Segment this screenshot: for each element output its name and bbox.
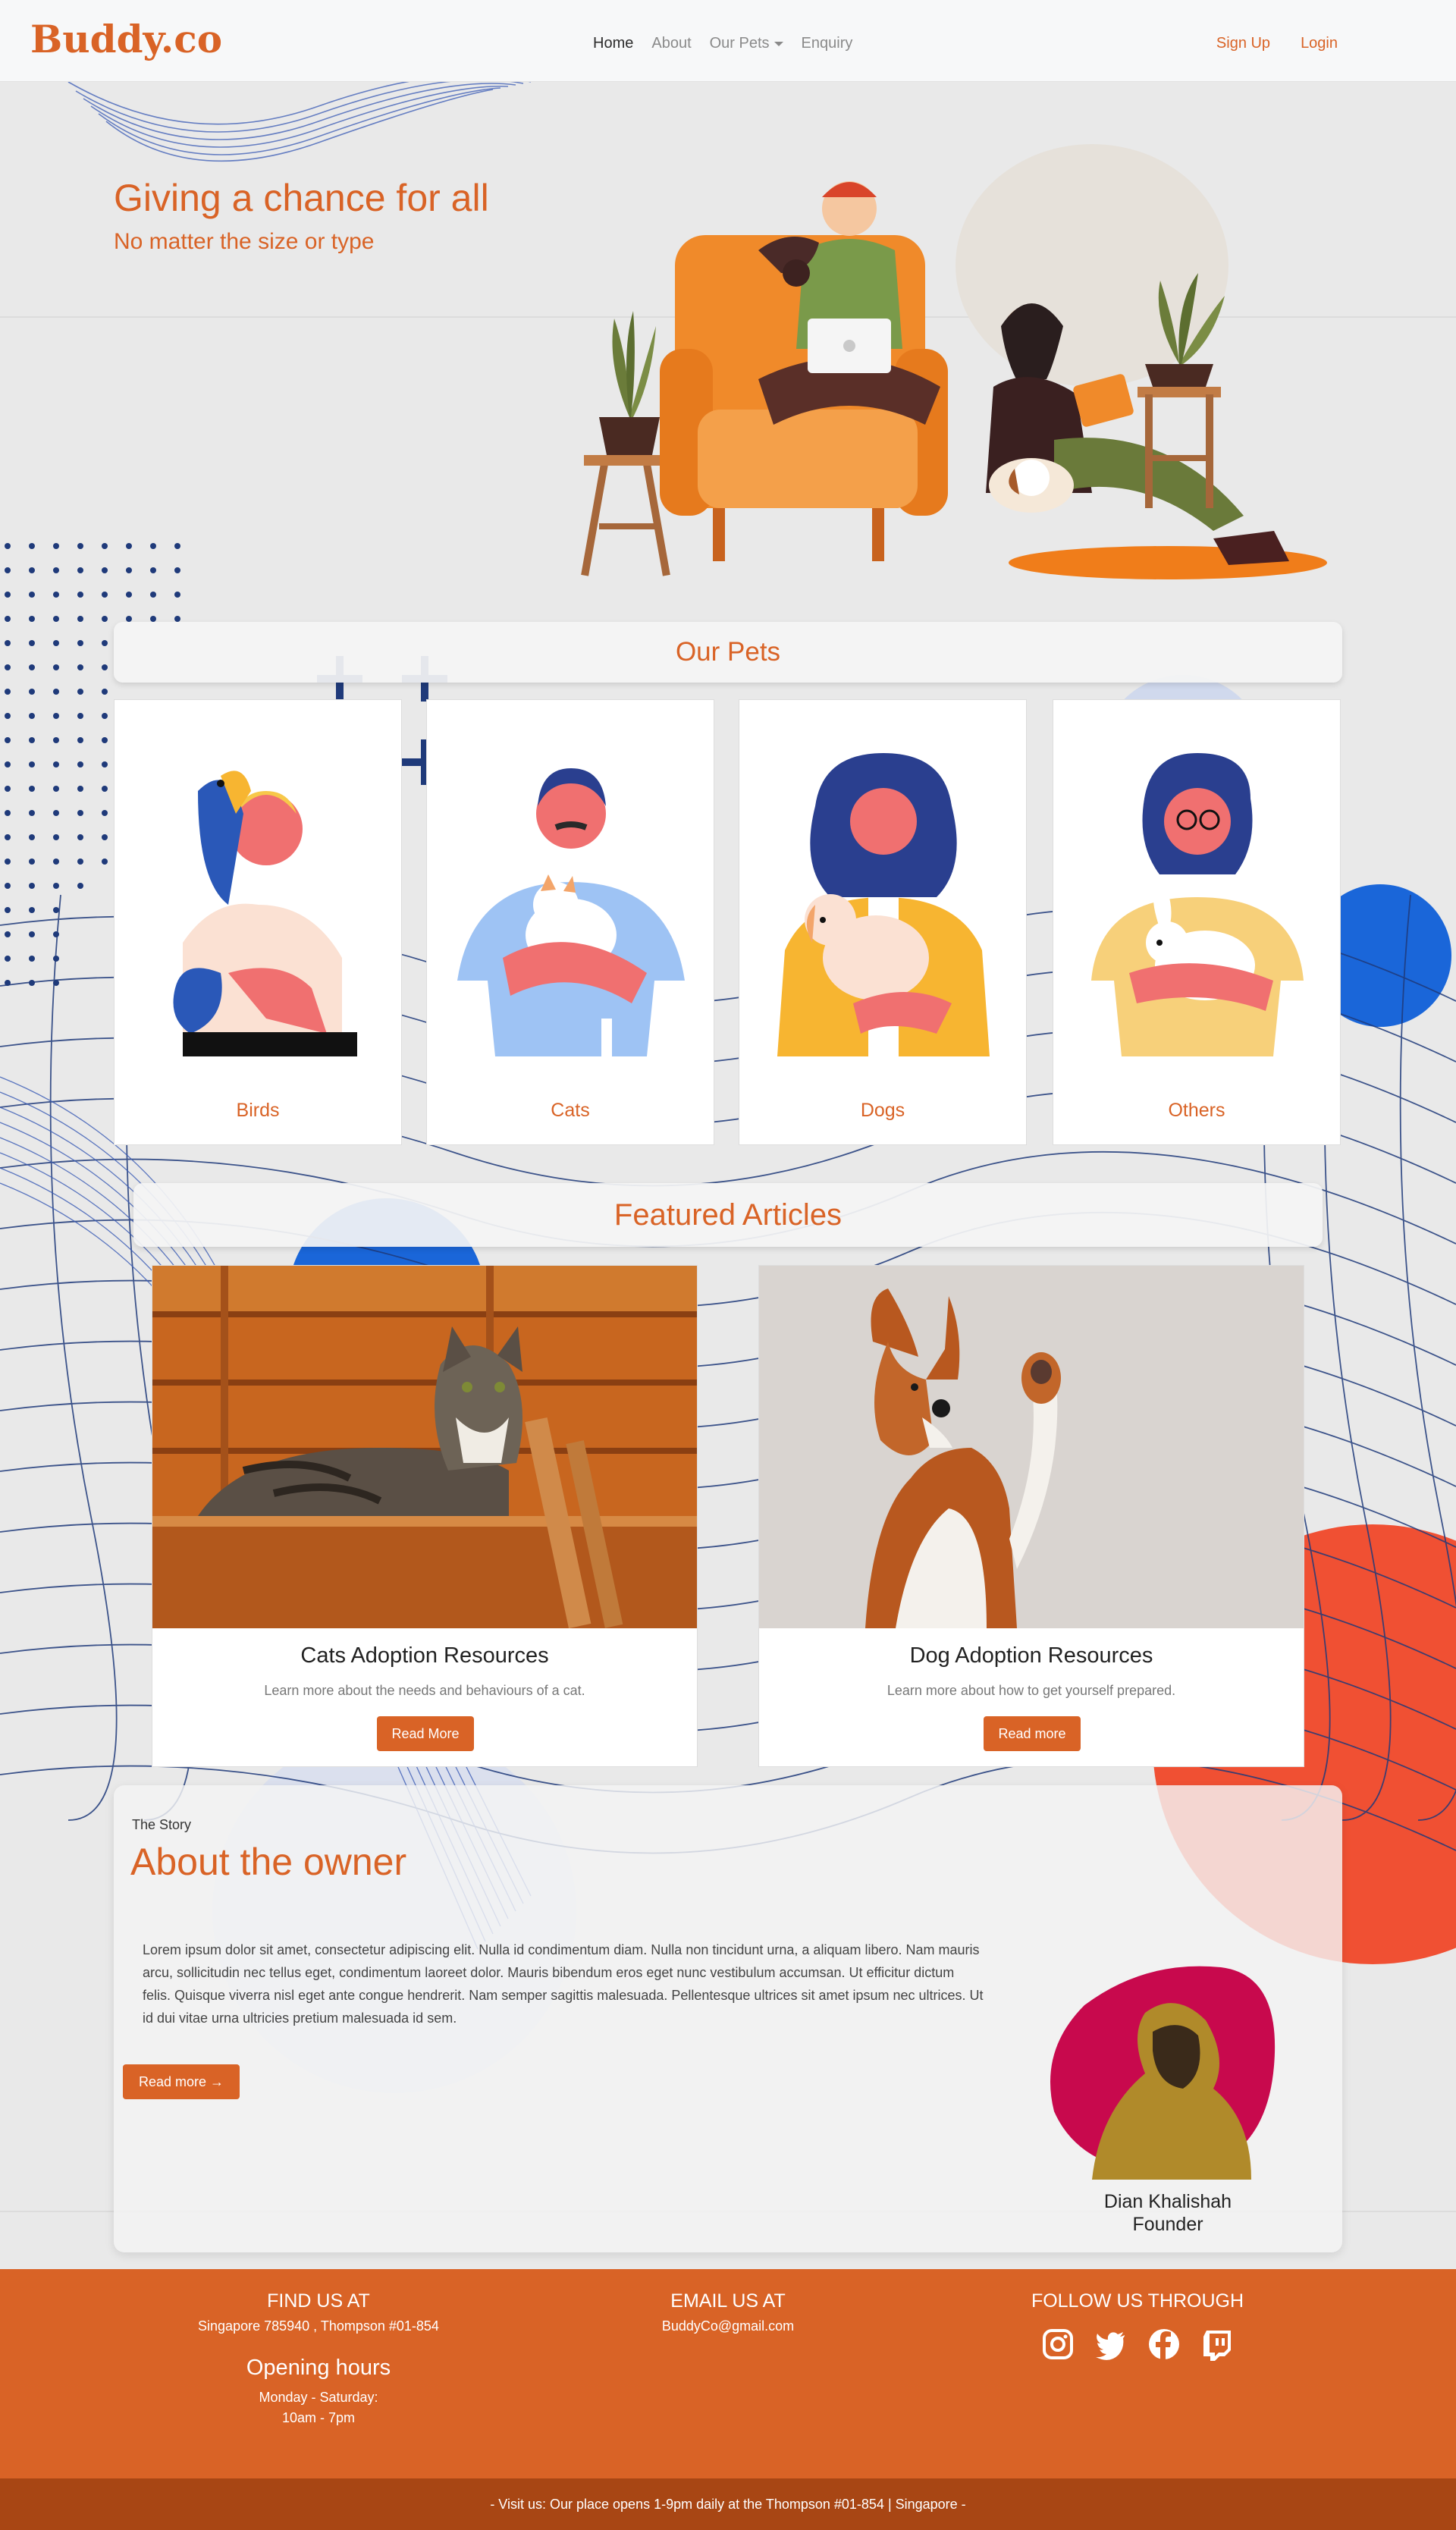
- person-holding-rabbit-illustration: [1091, 753, 1304, 1056]
- read-more-dogs-button[interactable]: Read more: [984, 1716, 1081, 1751]
- pet-card-birds[interactable]: Birds: [114, 699, 402, 1145]
- person-holding-dog-illustration: [777, 753, 990, 1056]
- owner-role: Founder: [1132, 2214, 1203, 2235]
- hours-days: Monday - Saturday:: [259, 2390, 378, 2405]
- article-title-dogs: Dog Adoption Resources: [909, 1643, 1153, 1668]
- email-heading: EMAIL US AT: [670, 2290, 786, 2312]
- brand-logo[interactable]: Buddy.co: [30, 17, 222, 61]
- hero-illustration: [581, 144, 1327, 579]
- owner-portrait: [1050, 1966, 1276, 2180]
- nav-links: Home About Our Pets Enquiry: [593, 35, 871, 52]
- hours-time: 10am - 7pm: [281, 2410, 356, 2425]
- owner-name: Dian Khalishah Founder: [1046, 2190, 1289, 2236]
- featured-articles-heading: Featured Articles: [133, 1183, 1323, 1247]
- article-card-dogs: Dog Adoption Resources Learn more about …: [758, 1265, 1304, 1767]
- nav-our-pets-dropdown[interactable]: Our Pets: [710, 35, 783, 52]
- basenji-dog-raising-paw-image: [759, 1266, 1304, 1628]
- twitter-icon[interactable]: [1094, 2328, 1128, 2361]
- login-link[interactable]: Login: [1301, 35, 1338, 52]
- article-title-cats: Cats Adoption Resources: [300, 1643, 549, 1668]
- signup-link[interactable]: Sign Up: [1216, 35, 1270, 52]
- owner-name-text: Dian Khalishah: [1103, 2191, 1232, 2212]
- facebook-icon[interactable]: [1147, 2328, 1181, 2361]
- person-with-parrot-illustration: [173, 771, 357, 1056]
- follow-heading: FOLLOW US THROUGH: [1031, 2290, 1244, 2312]
- pet-card-cats[interactable]: Cats: [426, 699, 714, 1145]
- navbar: Buddy.co Home About Our Pets Enquiry Sig…: [0, 0, 1456, 82]
- about-title: About the owner: [130, 1841, 407, 1883]
- footer-email: EMAIL US AT BuddyCo@gmail.com: [576, 2290, 880, 2334]
- article-text-cats: Learn more about the needs and behaviour…: [264, 1683, 585, 1698]
- footer-follow: FOLLOW US THROUGH: [986, 2290, 1289, 2361]
- opening-hours-heading: Opening hours: [246, 2356, 391, 2380]
- address-text: Singapore 785940 , Thompson #01-854: [198, 2318, 439, 2334]
- twitch-icon[interactable]: [1200, 2328, 1234, 2361]
- footer-bottom-bar: - Visit us: Our place opens 1-9pm daily …: [0, 2478, 1456, 2530]
- pet-label-dogs: Dogs: [860, 1100, 905, 1121]
- nav-our-pets-label: Our Pets: [709, 35, 770, 52]
- tabby-cat-in-wooden-box-image: [152, 1266, 697, 1628]
- article-card-cats: Cats Adoption Resources Learn more about…: [152, 1265, 698, 1767]
- chevron-down-icon: [774, 41, 783, 46]
- pet-label-birds: Birds: [236, 1100, 280, 1121]
- social-links: [986, 2328, 1289, 2361]
- hero-subtitle: No matter the size or type: [114, 229, 375, 254]
- about-read-more-button[interactable]: Read more →: [123, 2064, 240, 2099]
- pet-card-dogs[interactable]: Dogs: [739, 699, 1027, 1145]
- person-holding-cat-illustration: [457, 768, 685, 1056]
- email-link[interactable]: BuddyCo@gmail.com: [576, 2318, 880, 2334]
- footer: FIND US AT Singapore 785940 , Thompson #…: [0, 2269, 1456, 2478]
- find-us-heading: FIND US AT: [267, 2290, 370, 2312]
- article-text-dogs: Learn more about how to get yourself pre…: [886, 1683, 1176, 1698]
- nav-auth: Sign Up Login: [1216, 35, 1338, 52]
- pet-label-others: Others: [1168, 1100, 1225, 1121]
- about-paragraph: Lorem ipsum dolor sit amet, consectetur …: [143, 1942, 984, 2026]
- instagram-icon[interactable]: [1041, 2328, 1075, 2361]
- pet-card-others[interactable]: Others: [1053, 699, 1341, 1145]
- about-owner-card: The Story About the owner Lorem ipsum do…: [114, 1785, 1342, 2252]
- our-pets-heading: Our Pets: [114, 622, 1342, 683]
- about-kicker: The Story: [132, 1817, 192, 1832]
- footer-find-us: FIND US AT Singapore 785940 , Thompson #…: [136, 2290, 500, 2426]
- read-more-cats-button[interactable]: Read More: [377, 1716, 474, 1751]
- nav-about[interactable]: About: [651, 35, 691, 52]
- nav-home[interactable]: Home: [593, 35, 633, 52]
- hero-title: Giving a chance for all: [114, 177, 489, 219]
- nav-enquiry[interactable]: Enquiry: [802, 35, 853, 52]
- pet-label-cats: Cats: [551, 1100, 590, 1121]
